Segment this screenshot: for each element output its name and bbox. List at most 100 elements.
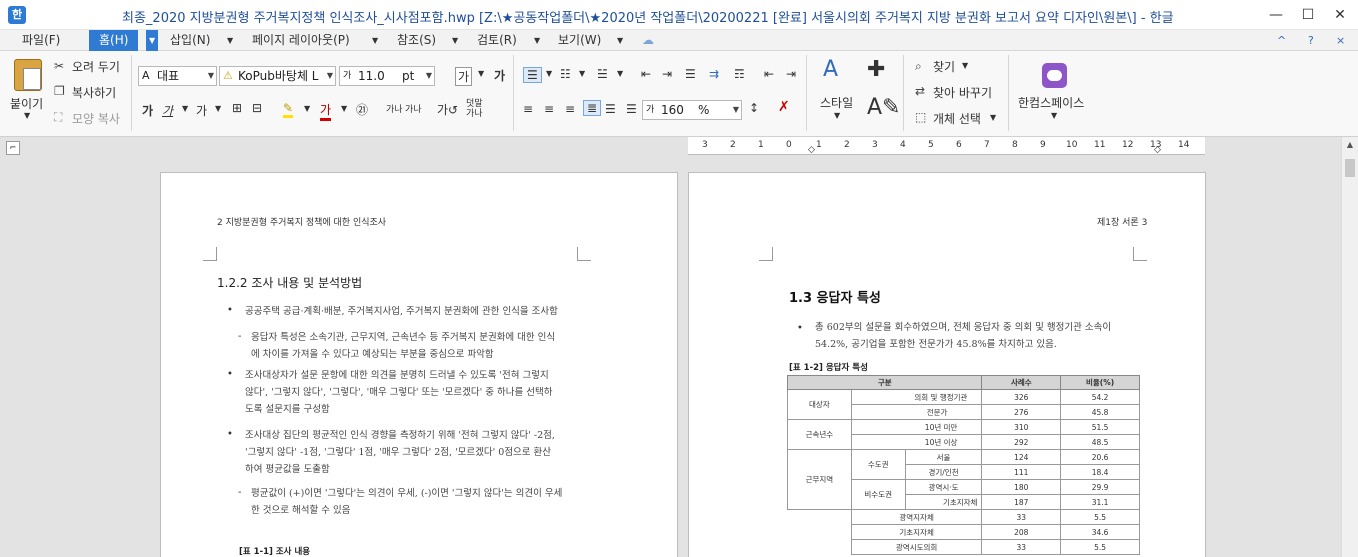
menu-page-layout[interactable]: 페이지 레이아웃(P) — [252, 30, 350, 51]
menu-page-layout-dropdown-icon[interactable]: ▼ — [372, 30, 378, 51]
find-dropdown-icon[interactable]: ▼ — [962, 61, 968, 70]
char-shade-icon[interactable]: ⊟ — [252, 101, 262, 115]
menu-review-dropdown-icon[interactable]: ▼ — [534, 30, 540, 51]
minimize-button[interactable]: — — [1262, 4, 1290, 26]
chevron-down-icon[interactable]: ▼ — [733, 101, 739, 119]
cut-button[interactable]: 오려 두기 — [72, 58, 120, 75]
hancom-space-dropdown-icon[interactable]: ▼ — [1051, 111, 1057, 120]
document-page-left[interactable]: 2 지방분권형 주거복지 정책에 대한 인식조사 1.2.2 조사 내용 및 분… — [160, 172, 678, 557]
select-object-button[interactable]: 개체 선택 — [933, 110, 981, 127]
chevron-down-icon[interactable]: ▼ — [426, 67, 432, 85]
clear-format-icon[interactable]: ✗ — [778, 99, 790, 115]
font-color-dropdown-icon[interactable]: ▼ — [341, 104, 347, 113]
distribute-icon[interactable]: ☰ — [605, 102, 616, 116]
line-down-icon[interactable]: ⇥ — [786, 67, 796, 81]
dotted-emphasis-icon[interactable]: 덧말 가나 — [466, 99, 483, 119]
case-change-icon[interactable]: 가↺ — [437, 101, 458, 118]
bullet-list-icon[interactable]: ☰ — [523, 67, 542, 83]
char-spacing-narrow-icon[interactable]: 가나 — [405, 102, 422, 115]
increase-indent-icon[interactable]: ⇥ — [662, 67, 672, 81]
highlight-dropdown-icon[interactable]: ▼ — [304, 104, 310, 113]
menu-file[interactable]: 파일(F) — [22, 30, 60, 51]
paste-dropdown-icon[interactable]: ▼ — [24, 111, 30, 120]
bold-button[interactable]: 가 — [142, 102, 153, 119]
font-smaller-button[interactable]: 가 — [494, 67, 505, 84]
font-size-combo[interactable]: 가 11.0 pt ▼ — [339, 66, 435, 86]
help-icon[interactable]: ? — [1308, 30, 1314, 51]
menu-view-dropdown-icon[interactable]: ▼ — [617, 30, 623, 51]
chevron-down-icon[interactable]: ▼ — [327, 67, 333, 85]
line-spacing-combo[interactable]: 가 160 % ▼ — [642, 100, 742, 120]
copy-button[interactable]: 복사하기 — [72, 84, 116, 101]
multilevel-dropdown-icon[interactable]: ▼ — [617, 69, 623, 78]
outline-level-icon[interactable]: ⇉ — [709, 67, 719, 81]
ruler-indent-marker-icon[interactable]: ◇ — [808, 145, 815, 155]
menu-home[interactable]: 홈(H) — [89, 30, 139, 51]
replace-button[interactable]: 찾아 바꾸기 — [933, 84, 992, 101]
close-button[interactable]: ✕ — [1326, 4, 1354, 26]
style-button[interactable]: 스타일 — [820, 94, 853, 111]
vertical-scrollbar[interactable]: ▲ — [1341, 137, 1358, 557]
paste-button[interactable]: 붙이기 — [10, 95, 43, 112]
align-center-icon[interactable]: ≡ — [544, 102, 554, 116]
style-combo[interactable]: A 대표 ▼ — [138, 66, 217, 86]
hwp-app-icon[interactable]: 한 — [8, 6, 26, 24]
cloud-icon[interactable]: ☁ — [642, 30, 654, 51]
format-copy-button[interactable]: 모양 복사 — [72, 110, 120, 127]
chevron-down-icon[interactable]: ▼ — [208, 67, 214, 85]
divide-icon[interactable]: ☰ — [626, 102, 637, 116]
add-style-icon[interactable]: ✚ — [867, 57, 885, 82]
menu-insert-dropdown-icon[interactable]: ▼ — [227, 30, 233, 51]
align-justify-icon[interactable]: ≣ — [583, 100, 602, 116]
collapse-ribbon-icon[interactable]: ^ — [1277, 30, 1286, 51]
char-border-icon[interactable]: ⊞ — [232, 101, 242, 115]
numbered-list-icon[interactable]: ☷ — [560, 67, 571, 81]
line-spacing-toggle-icon[interactable]: ↕ — [749, 101, 759, 115]
menu-view[interactable]: 보기(W) — [558, 30, 601, 51]
align-right-icon[interactable]: ≡ — [565, 102, 575, 116]
close-doc-icon[interactable]: × — [1336, 30, 1345, 51]
multilevel-list-icon[interactable]: ☱ — [597, 67, 608, 81]
underline-button[interactable]: 가 — [196, 102, 207, 119]
table-cell: 310 — [981, 419, 1062, 435]
table-cell: 의회 및 행정기관 — [850, 389, 983, 405]
font-larger-dropdown-icon[interactable]: ▼ — [478, 69, 484, 78]
paragraph-spacing-icon[interactable]: ☰ — [685, 67, 696, 81]
style-dropdown-icon[interactable]: ▼ — [834, 111, 840, 120]
decrease-indent-icon[interactable]: ⇤ — [641, 67, 651, 81]
hancom-space-button[interactable]: 한컴스페이스 — [1018, 94, 1084, 111]
align-left-icon[interactable]: ≡ — [523, 102, 533, 116]
circled-char-button[interactable]: ㉑ — [356, 101, 368, 118]
document-area[interactable]: ⌐ 3 2 1 0 1 2 3 4 5 6 7 8 9 10 11 12 13 … — [0, 137, 1358, 557]
find-button[interactable]: 찾기 — [933, 58, 955, 75]
ruler-right-marker-icon[interactable]: ◇ — [1154, 145, 1161, 155]
document-page-right[interactable]: 제1장 서론 3 1.3 응답자 특성 • 총 602부의 설문을 회수하였으며… — [688, 172, 1206, 557]
italic-dropdown-icon[interactable]: ▼ — [182, 104, 188, 113]
highlight-pen-icon[interactable]: ✎ — [283, 101, 294, 118]
bullet-dropdown-icon[interactable]: ▼ — [546, 69, 552, 78]
font-larger-button[interactable]: 가 — [455, 67, 473, 86]
menu-insert[interactable]: 삽입(N) — [170, 30, 210, 51]
menu-review[interactable]: 검토(R) — [477, 30, 517, 51]
paragraph-mark-icon[interactable]: ☶ — [734, 67, 745, 81]
italic-button[interactable]: 가 — [162, 102, 173, 119]
menu-references[interactable]: 참조(S) — [397, 30, 436, 51]
font-combo[interactable]: ⚠ KoPub바탕체 L ▼ — [219, 66, 336, 86]
style-edit-icon[interactable]: A✎ — [867, 95, 900, 120]
scroll-thumb[interactable] — [1345, 159, 1355, 177]
select-object-dropdown-icon[interactable]: ▼ — [990, 113, 996, 122]
horizontal-ruler[interactable]: 3 2 1 0 1 2 3 4 5 6 7 8 9 10 11 12 13 14… — [688, 137, 1205, 155]
paste-icon[interactable] — [14, 59, 42, 91]
maximize-button[interactable]: ☐ — [1294, 4, 1322, 26]
numbered-dropdown-icon[interactable]: ▼ — [579, 69, 585, 78]
scroll-up-icon[interactable]: ▲ — [1342, 137, 1358, 153]
menu-home-dropdown-icon[interactable]: ▼ — [146, 30, 159, 51]
table-caption: [표 1-1] 조사 내용 — [239, 547, 311, 557]
menu-references-dropdown-icon[interactable]: ▼ — [452, 30, 458, 51]
line-up-icon[interactable]: ⇤ — [764, 67, 774, 81]
hancom-space-icon[interactable] — [1042, 63, 1067, 88]
underline-dropdown-icon[interactable]: ▼ — [215, 104, 221, 113]
ruler-corner-icon[interactable]: ⌐ — [6, 141, 20, 155]
font-color-icon[interactable]: 가 — [320, 101, 332, 121]
char-spacing-wide-icon[interactable]: 가나 — [386, 102, 403, 115]
